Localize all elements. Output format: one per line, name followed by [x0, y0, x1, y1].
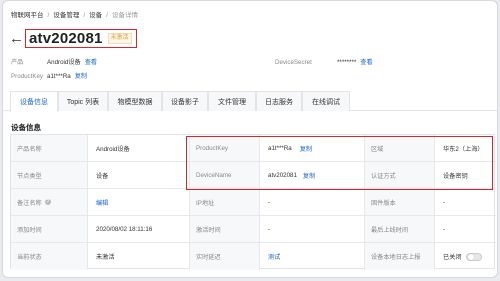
row-activated-label: 激活时间 [189, 216, 259, 243]
help-circle-icon[interactable]: ? [44, 199, 51, 205]
row-product-name-value: Android设备 [87, 135, 189, 162]
meta-productkey-label: ProductKey [11, 73, 43, 80]
tab-device-info[interactable]: 设备信息 [10, 91, 58, 112]
breadcrumb-current: 设备详情 [111, 12, 138, 19]
row-productkey-value: a1t***Ra [268, 144, 292, 152]
test-latency-button[interactable]: 测试 [268, 252, 280, 261]
meta-product-label: 产品 [11, 59, 24, 66]
section-title: 设备信息 [11, 123, 41, 132]
row-status-label: 当前状态 [11, 243, 87, 270]
row-local-log-cell: 已关闭 [434, 243, 496, 270]
meta-secret-label: DeviceSecret [275, 59, 312, 66]
page-header: ← atv202081 未激活 [9, 28, 137, 48]
row-alias-cell: 编辑 [87, 189, 189, 216]
row-productkey-cell: a1t***Ra 复制 [259, 135, 364, 162]
row-alias-label: 备注名称 [17, 199, 42, 207]
breadcrumb-devices[interactable]: 设备 [89, 12, 102, 19]
row-alias-label-cell: 备注名称 ? [11, 189, 87, 216]
view-product-link[interactable]: 查看 [85, 59, 97, 66]
copy-devicename-button[interactable]: 复制 [303, 171, 315, 180]
row-node-type-value: 设备 [87, 162, 189, 189]
tab-thing-model-data[interactable]: 物模型数据 [108, 91, 162, 111]
row-devicename-cell: atv202081 复制 [259, 162, 364, 189]
tab-file-management[interactable]: 文件管理 [208, 91, 256, 111]
meta-productkey-value: a1t***Ra [47, 73, 71, 80]
device-info-table: 产品名称 Android设备 ProductKey a1t***Ra 复制 区域… [10, 134, 496, 270]
page-title: atv202081 [29, 29, 103, 47]
copy-productkey-link[interactable]: 复制 [75, 73, 87, 80]
row-ip-value: - [259, 189, 364, 216]
row-latency-cell: 测试 [259, 243, 364, 270]
edit-alias-button[interactable]: 编辑 [96, 198, 108, 207]
row-firmware-label: 固件版本 [364, 189, 434, 216]
row-devicename-label: DeviceName [189, 162, 259, 189]
tab-bar: 设备信息 Topic 列表 物模型数据 设备影子 文件管理 日志服务 在线调试 [3, 89, 497, 112]
row-ip-label: IP地址 [189, 189, 259, 216]
breadcrumb-iot-platform[interactable]: 物联网平台 [11, 12, 44, 19]
arrow-left-icon[interactable]: ← [9, 31, 24, 46]
row-node-type-label: 节点类型 [11, 162, 87, 189]
meta-secret-value: ******** [337, 59, 357, 66]
row-productkey-label: ProductKey [189, 135, 259, 162]
view-secret-link[interactable]: 查看 [360, 59, 372, 66]
row-region-label: 区域 [364, 135, 434, 162]
row-local-log-value: 已关闭 [443, 254, 462, 261]
row-devicename-value: atv202081 [268, 171, 297, 179]
meta-secret: DeviceSecret ******** 查看 [275, 57, 373, 66]
tab-online-debug[interactable]: 在线调试 [302, 91, 350, 111]
row-activated-value: - [259, 216, 364, 243]
row-created-label: 添加时间 [11, 216, 87, 243]
row-firmware-value: - [434, 189, 496, 216]
tab-topic-list[interactable]: Topic 列表 [58, 91, 108, 111]
copy-productkey-button[interactable]: 复制 [300, 144, 312, 153]
row-region-value: 华东2（上海） [434, 135, 496, 162]
row-auth-value: 设备密钥 [434, 162, 496, 189]
tab-device-shadow[interactable]: 设备影子 [162, 91, 208, 111]
row-local-log-label: 设备本地日志上报 [364, 243, 434, 270]
breadcrumb: 物联网平台 / 设备管理 / 设备 / 设备详情 [11, 12, 138, 19]
device-detail-window: 物联网平台 / 设备管理 / 设备 / 设备详情 ← atv202081 未激活 产品 And… [2, 0, 498, 278]
meta-productkey: ProductKey a1t***Ra 复制 [11, 71, 87, 80]
row-last-online-value: - [434, 216, 496, 243]
row-last-online-label: 最后上线时间 [364, 216, 434, 243]
row-auth-label: 认证方式 [364, 162, 434, 189]
breadcrumb-device-management[interactable]: 设备管理 [53, 12, 79, 19]
row-latency-label: 实时延迟 [189, 243, 259, 270]
device-title-box: atv202081 未激活 [25, 28, 137, 48]
meta-product-value: Android设备 [47, 59, 81, 66]
tab-log-service[interactable]: 日志服务 [256, 91, 302, 111]
status-badge: 未激活 [107, 32, 132, 44]
row-status-value: 未激活 [87, 243, 189, 270]
local-log-toggle[interactable] [465, 252, 482, 261]
row-created-value: 2020/08/02 18:11:16 [87, 216, 189, 243]
meta-product: 产品 Android设备 查看 [11, 57, 97, 66]
row-product-name-label: 产品名称 [11, 135, 87, 162]
